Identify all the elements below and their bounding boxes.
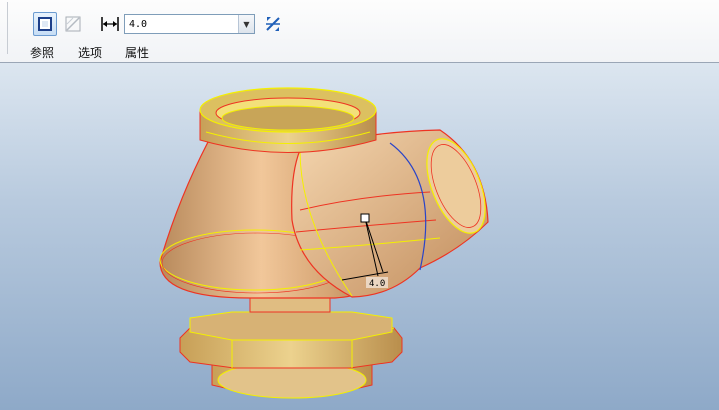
- chevron-down-icon: ▼: [243, 19, 250, 29]
- solid-button[interactable]: [33, 12, 57, 36]
- flip-direction-icon: [266, 17, 280, 31]
- dashboard-toolbar: ▼ 参照 选项 属性: [0, 0, 719, 63]
- thickness-combobox[interactable]: ▼: [124, 14, 255, 34]
- drag-handle[interactable]: [360, 213, 370, 223]
- surface-icon: [65, 16, 81, 32]
- flip-direction-button[interactable]: [263, 14, 283, 34]
- tab-options[interactable]: 选项: [78, 44, 102, 61]
- solid-extrude-icon: [38, 17, 52, 31]
- tab-references[interactable]: 参照: [30, 44, 54, 61]
- surface-button[interactable]: [61, 12, 85, 36]
- tab-properties[interactable]: 属性: [125, 44, 149, 61]
- dimension-value-label[interactable]: 4.0: [369, 279, 385, 289]
- combo-dropdown-arrow[interactable]: ▼: [238, 15, 254, 33]
- graphics-viewport[interactable]: 4.0: [0, 63, 719, 410]
- thickness-dimension-icon: [101, 17, 119, 31]
- 3d-model[interactable]: 4.0: [0, 63, 719, 410]
- thickness-input[interactable]: [125, 15, 235, 33]
- toolbar-divider: [7, 2, 8, 54]
